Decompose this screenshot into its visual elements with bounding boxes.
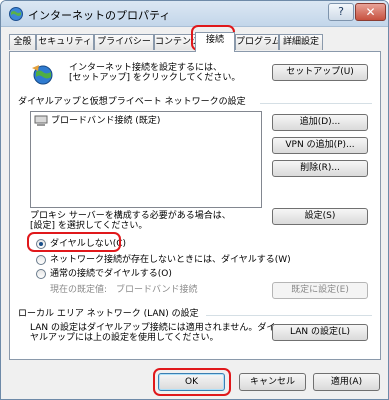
settings-button[interactable]: 設定(S) (272, 208, 368, 225)
tab-privacy[interactable]: プライバシー (94, 34, 154, 50)
always-dial-radio[interactable] (36, 269, 46, 279)
dial-when-no-network-radio[interactable] (36, 255, 46, 265)
help-button[interactable]: ? (328, 3, 354, 21)
list-item[interactable]: ブロードバンド接続 (既定) (51, 115, 160, 127)
window-title: インターネットのプロパティ (28, 9, 171, 22)
lan-settings-button[interactable]: LAN の設定(L) (272, 324, 368, 341)
current-default-label: 現在の既定値: (50, 285, 108, 295)
dialup-section-title: ダイヤルアップと仮想プライベート ネットワークの設定 (18, 97, 246, 107)
tab-general[interactable]: 全般 (9, 34, 36, 50)
title-bar[interactable]: インターネットのプロパティ ? ✕ (1, 1, 388, 27)
dial-when-no-network-label[interactable]: ネットワーク接続が存在しないときには、ダイヤルする(W) (50, 254, 291, 266)
add-button[interactable]: 追加(D)... (272, 114, 368, 131)
tab-security[interactable]: セキュリティ (36, 34, 94, 50)
divider (260, 103, 372, 104)
apply-button[interactable]: 適用(A) (313, 373, 380, 391)
connections-panel: インターネット接続を設定するには、 [セットアップ] をクリックしてください。 … (9, 51, 381, 360)
remove-button[interactable]: 削除(R)... (272, 160, 368, 177)
lan-section-title: ローカル エリア ネットワーク (LAN) の設定 (18, 309, 199, 319)
close-button[interactable]: ✕ (355, 3, 386, 21)
lan-text-line2: ヤルアップには上の設定を使用してください。 (30, 333, 219, 343)
cancel-button[interactable]: キャンセル (239, 373, 306, 391)
tab-connections[interactable]: 接続 (195, 32, 235, 52)
internet-setup-icon (32, 65, 53, 85)
internet-options-icon (9, 7, 23, 21)
setup-button[interactable]: セットアップ(U) (272, 64, 368, 81)
setup-text-line2: [セットアップ] をクリックしてください。 (69, 73, 241, 83)
tab-advanced[interactable]: 詳細設定 (279, 34, 323, 50)
connection-list[interactable]: ブロードバンド接続 (既定) (30, 111, 262, 208)
current-default-value: ブロードバンド接続 (116, 285, 198, 295)
internet-properties-window: インターネットのプロパティ ? ✕ 全般 セキュリティ プライバシー コンテンツ… (0, 0, 389, 400)
ok-highlight (153, 368, 231, 396)
add-vpn-button[interactable]: VPN の追加(P)... (272, 137, 368, 154)
tab-programs[interactable]: プログラム (235, 34, 279, 50)
always-dial-label[interactable]: 通常の接続でダイヤルする(O) (50, 268, 172, 280)
divider (206, 315, 372, 316)
dialog-client: 全般 セキュリティ プライバシー コンテンツ 接続 プログラム 詳細設定 インタ… (1, 25, 388, 399)
broadband-connection-icon (34, 115, 48, 126)
tab-content[interactable]: コンテンツ (154, 34, 196, 50)
option-highlight (27, 232, 121, 252)
set-default-button[interactable]: 既定に設定(E) (272, 282, 368, 299)
tab-strip: 全般 セキュリティ プライバシー コンテンツ 接続 プログラム 詳細設定 (9, 32, 381, 52)
proxy-note-line2: [設定] を選択してください。 (30, 221, 148, 231)
